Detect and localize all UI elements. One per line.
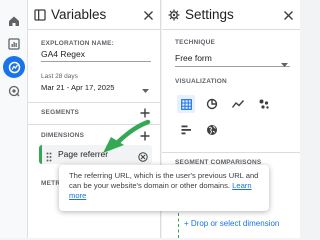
visualization-label: VISUALIZATION [175, 78, 227, 85]
table-icon[interactable] [177, 95, 195, 113]
technique-select[interactable]: Free form [175, 49, 290, 67]
exploration-name-label: EXPLORATION NAME: [41, 40, 114, 47]
close-icon[interactable] [283, 8, 294, 26]
variables-icon [34, 8, 46, 26]
nav-rail [0, 0, 28, 238]
drop-zone-guide [178, 213, 179, 238]
settings-header: Settings [162, 0, 300, 30]
annotation-arrow [103, 119, 151, 153]
settings-title: Settings [185, 7, 234, 22]
line-chart-icon[interactable] [229, 95, 247, 113]
date-preset: Last 28 days [41, 73, 78, 80]
geo-icon[interactable] [203, 121, 221, 139]
date-range-picker[interactable]: Last 28 days Mar 21 - Apr 17, 2025 [37, 71, 149, 93]
technique-label: TECHNIQUE [175, 39, 216, 46]
close-icon[interactable] [143, 8, 154, 26]
technique-value: Free form [175, 53, 212, 63]
date-range: Mar 21 - Apr 17, 2025 [41, 83, 115, 92]
exploration-name-input[interactable]: GA4 Regex [41, 49, 85, 59]
divider [162, 152, 300, 153]
drag-handle-icon[interactable] [46, 149, 52, 167]
drop-dimension-button[interactable]: + Drop or select dimension [184, 219, 279, 228]
home-icon[interactable] [3, 10, 25, 32]
scatter-icon[interactable] [255, 95, 273, 113]
settings-icon [168, 8, 180, 26]
reports-icon[interactable] [3, 33, 25, 55]
bar-icon[interactable] [177, 121, 195, 139]
segments-label: SEGMENTS [41, 109, 80, 116]
explore-icon[interactable] [3, 56, 25, 78]
chevron-down-icon [142, 81, 149, 99]
chevron-down-icon [281, 55, 288, 73]
divider [28, 102, 161, 103]
tooltip-text: The referring URL, which is the user's p… [69, 171, 259, 190]
variables-title: Variables [51, 7, 107, 22]
exploration-name-underline [41, 61, 151, 62]
donut-icon[interactable] [203, 95, 221, 113]
dimensions-label: DIMENSIONS [41, 132, 85, 139]
advertising-icon[interactable] [3, 80, 25, 102]
variables-header: Variables [28, 0, 160, 30]
dimension-tooltip: The referring URL, which is the user's p… [59, 165, 269, 211]
